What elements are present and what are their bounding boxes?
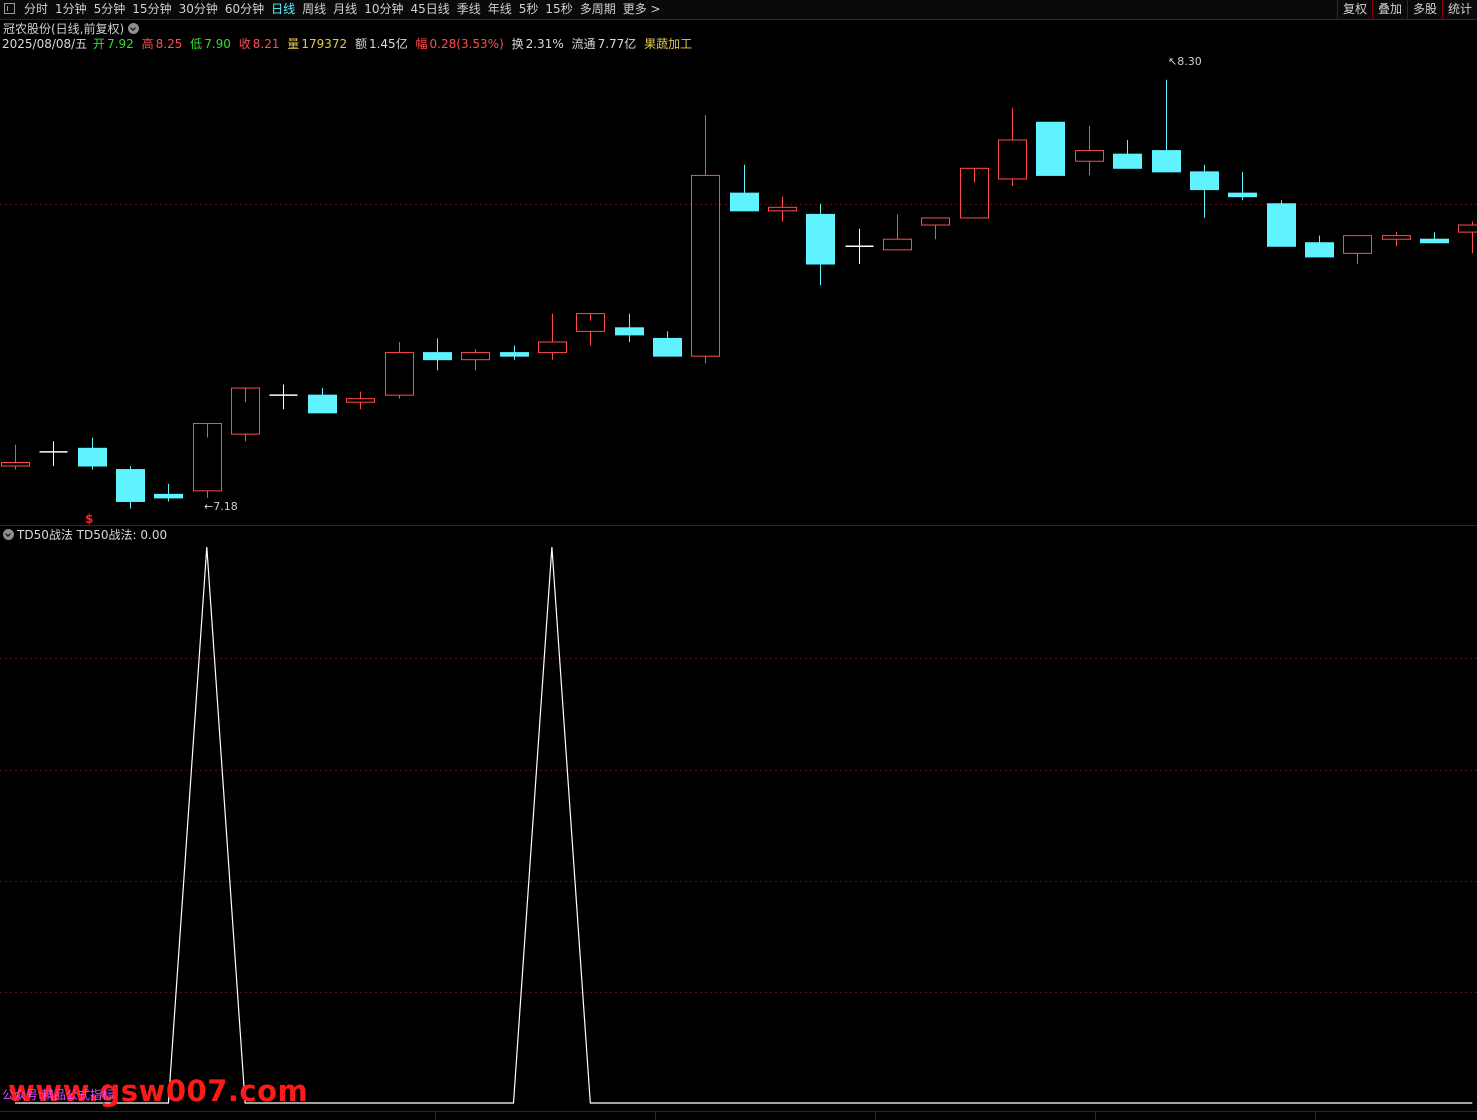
signal-marker: $ [85,512,94,526]
candle-body [1458,224,1477,233]
high-arrow-icon: ↖ [1168,55,1178,68]
candle-body [308,394,337,414]
candle-body [653,337,682,357]
candle-body [78,447,107,467]
low-arrow-icon: ← [204,500,214,513]
td50-series-line [15,546,1473,1104]
candle-body [921,217,950,226]
candle-body [998,139,1027,180]
candle-body [1075,150,1104,162]
candle-body [1190,171,1219,191]
low-price-marker: ←7.18 [204,500,238,513]
candle-body [461,352,490,361]
indicator-name[interactable]: TD50战法 [17,528,73,542]
candle-body [538,341,567,354]
candle-body [1113,153,1142,169]
candle-body [768,206,797,212]
candle-body [1228,192,1257,198]
candle-body [500,352,529,357]
indicator-header: TD50战法 TD50战法: 0.00 [3,528,167,542]
candle-body [1152,150,1181,173]
candle-body [1343,235,1372,254]
indicator-menu-icon[interactable] [3,529,14,540]
candle-body [691,174,720,357]
high-price-marker: ↖8.30 [1168,55,1202,68]
candle-body [806,213,835,265]
candle-body [1305,242,1334,258]
candle-body [883,238,912,251]
low-price-value: 7.18 [213,500,238,513]
high-price-value: 8.30 [1177,55,1202,68]
candle-body [1382,235,1411,240]
indicator-value: TD50战法: 0.00 [76,528,168,542]
candle-body [385,352,414,396]
watermark-small: 公众号:精品公式指标 [2,1088,115,1102]
candle-body [423,352,452,361]
candle-body [615,327,644,336]
chart-canvas[interactable] [0,0,1477,1120]
candle-body [730,192,759,212]
candle-body [1267,203,1296,247]
candle-body [116,469,145,502]
candle-body [1,461,30,467]
candle-body [1036,121,1065,176]
candle-body [154,493,183,499]
candle-body [346,398,375,403]
candle-body [1420,238,1449,244]
